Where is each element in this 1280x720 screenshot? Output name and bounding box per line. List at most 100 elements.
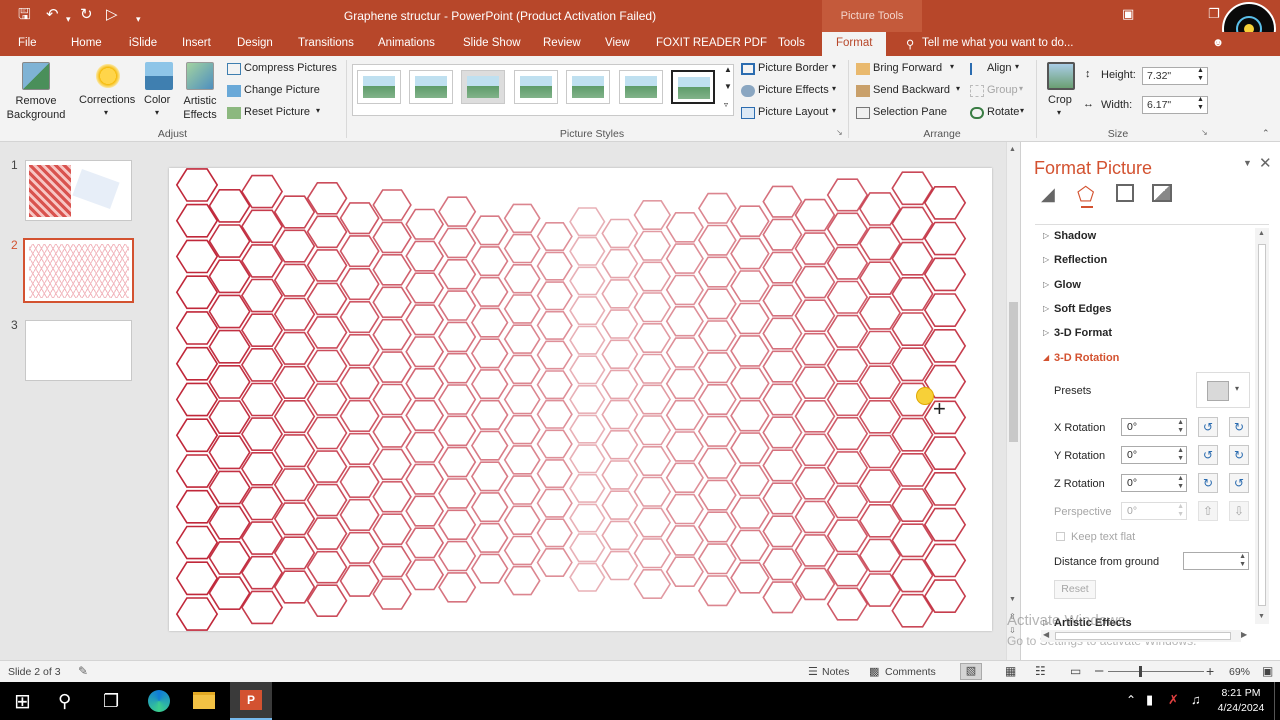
crop-button[interactable]: Crop [1048,94,1072,106]
pane-scrollbar[interactable]: ▲ ▼ [1255,228,1269,624]
picture-border-button[interactable]: Picture Border [758,62,828,74]
bring-forward-icon[interactable] [856,63,870,75]
perspective-narrow-icon[interactable]: ⇧ [1198,501,1218,521]
change-picture-button[interactable]: Change Picture [244,84,320,96]
comments-button[interactable]: Comments [885,666,936,678]
reading-view-icon[interactable]: ☷ [1035,664,1046,678]
zoom-slider-thumb[interactable] [1139,666,1142,677]
scroll-down-icon[interactable]: ▼ [1009,596,1016,603]
group-dropdown-icon[interactable]: ▾ [1019,84,1023,93]
send-backward-button[interactable]: Send Backward [873,84,950,96]
clock-date[interactable]: 4/24/2024 [1212,702,1270,714]
volume-icon[interactable]: ♫ [1191,692,1201,707]
slide-thumbnail-3[interactable] [25,320,132,381]
slide-show-icon[interactable]: ▭ [1070,664,1081,678]
color-dropdown-icon[interactable]: ▾ [155,108,159,117]
picture-layout-dropdown-icon[interactable]: ▾ [832,106,836,115]
size-properties-icon[interactable] [1116,184,1134,202]
notes-icon[interactable]: ☰ [808,665,818,678]
notes-button[interactable]: Notes [822,666,849,678]
vertical-scrollbar[interactable]: ▲ ▼ ⇧ ⇩ [1006,142,1020,660]
picture-style-6[interactable] [619,70,663,104]
picture-effects-icon[interactable] [741,85,755,97]
picture-effects-dropdown-icon[interactable]: ▾ [832,84,836,93]
y-rotation-input[interactable]: 0° ▲ ▼ [1121,446,1187,464]
close-pane-icon[interactable]: ✕ [1259,154,1272,172]
slide-canvas[interactable]: + [169,168,992,631]
ribbon-display-options-icon[interactable]: ▣ [1122,6,1134,22]
tab-review[interactable]: Review [543,37,581,49]
rotate-icon[interactable] [970,107,984,119]
picture-icon[interactable] [1152,184,1172,202]
file-explorer-icon[interactable] [193,692,215,709]
slide-sorter-icon[interactable]: ▦ [1005,664,1016,678]
section-reflection[interactable]: ▷ Reflection [1043,254,1107,266]
picture-styles-launcher-icon[interactable]: ↘ [836,128,843,137]
comments-icon[interactable]: ▩ [869,665,879,678]
rotate-counterclockwise-icon[interactable]: ↺ [1229,473,1249,493]
gallery-more-icon[interactable]: ▿ [724,100,728,109]
keep-text-flat-checkbox[interactable] [1056,532,1065,541]
reset-button[interactable]: Reset [1054,580,1096,599]
scroll-up-icon[interactable]: ▲ [1009,146,1016,153]
reset-picture-button[interactable]: Reset Picture [244,106,310,118]
rotate-up-icon[interactable]: ↺ [1198,445,1218,465]
show-desktop-button[interactable] [1274,682,1278,720]
edge-browser-icon[interactable] [148,690,170,712]
gallery-scroll-down-icon[interactable]: ▼ [724,82,732,91]
corrections-icon[interactable] [94,62,122,90]
send-backward-icon[interactable] [856,85,870,97]
picture-style-5[interactable] [566,70,610,104]
slide-thumbnail-2[interactable] [23,238,134,303]
zoom-out-icon[interactable]: – [1095,662,1103,679]
tab-home[interactable]: Home [71,37,102,49]
graphene-hexagon-picture[interactable] [169,168,992,631]
crop-icon[interactable] [1047,62,1075,90]
picture-layout-icon[interactable] [741,107,755,119]
align-icon[interactable] [970,63,984,75]
align-button[interactable]: Align [987,62,1011,74]
section-soft-edges[interactable]: ▷ Soft Edges [1043,303,1111,315]
perspective-widen-icon[interactable]: ⇩ [1229,501,1249,521]
fill-line-icon[interactable]: ◢ [1041,184,1055,205]
rotate-dropdown-icon[interactable]: ▾ [1020,106,1024,115]
height-spinner-icon[interactable]: ▲ ▼ [1197,67,1204,83]
send-backward-dropdown-icon[interactable]: ▾ [956,84,960,93]
picture-style-2[interactable] [409,70,453,104]
tab-foxit-reader-pdf[interactable]: FOXIT READER PDF [656,37,767,49]
pane-options-icon[interactable]: ▼ [1243,158,1252,168]
width-spinner-icon[interactable]: ▲ ▼ [1197,96,1204,112]
powerpoint-taskbar-button[interactable]: P [230,682,272,720]
picture-effects-button[interactable]: Picture Effects [758,84,829,96]
rotate-right-icon[interactable]: ↻ [1229,417,1249,437]
color-button[interactable]: Color [144,94,170,106]
zoom-level[interactable]: 69% [1229,666,1250,678]
tab-view[interactable]: View [605,37,630,49]
slide-thumbnail-1[interactable] [25,160,132,221]
clock-time[interactable]: 8:21 PM [1216,687,1266,699]
picture-style-1[interactable] [357,70,401,104]
picture-border-dropdown-icon[interactable]: ▾ [832,62,836,71]
tab-slide-show[interactable]: Slide Show [463,37,521,49]
pane-horizontal-scrollbar[interactable]: ◀ ▶ [1041,630,1247,642]
reset-picture-dropdown-icon[interactable]: ▾ [316,106,320,115]
tab-islide[interactable]: iSlide [129,37,157,49]
show-hidden-icons-icon[interactable]: ⌃ [1126,693,1136,707]
section-3d-format[interactable]: ▷ 3-D Format [1043,327,1112,339]
compress-pictures-icon[interactable] [227,63,241,75]
network-icon[interactable]: ✗ [1168,692,1179,708]
artistic-effects-icon[interactable] [186,62,214,90]
section-3d-rotation[interactable]: ◢ 3-D Rotation [1043,352,1119,364]
account-icon[interactable]: ☻ [1212,37,1224,49]
windows-start-icon[interactable]: ⊞ [14,689,31,714]
presets-dropdown[interactable]: ▾ [1196,372,1250,408]
section-shadow[interactable]: ▷ Shadow [1043,230,1096,242]
picture-layout-button[interactable]: Picture Layout [758,106,828,118]
selection-pane-button[interactable]: Selection Pane [873,106,947,118]
picture-style-7[interactable] [671,70,715,104]
rotate-down-icon[interactable]: ↻ [1229,445,1249,465]
rotate-clockwise-icon[interactable]: ↻ [1198,473,1218,493]
compress-pictures-button[interactable]: Compress Pictures [244,62,337,74]
size-launcher-icon[interactable]: ↘ [1201,128,1208,137]
zoom-slider[interactable] [1108,671,1204,672]
